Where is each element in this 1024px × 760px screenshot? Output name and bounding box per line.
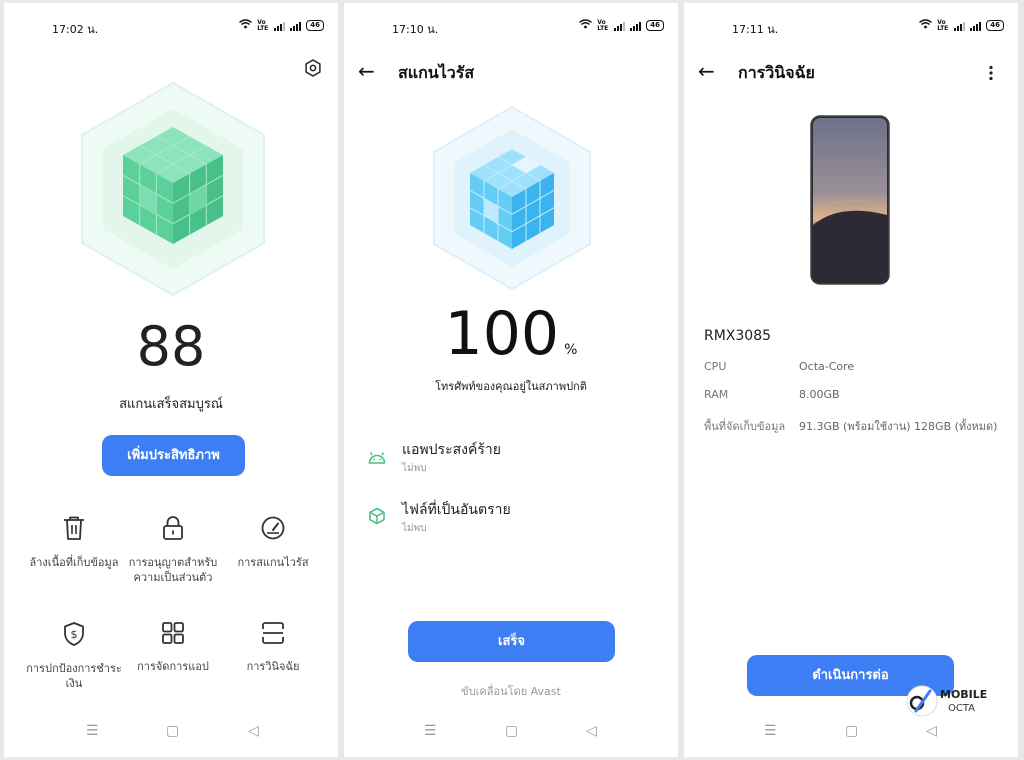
wifi-icon — [239, 19, 253, 32]
volte-icon: Vo LTE — [597, 18, 609, 32]
phone-status-text: โทรศัพท์ของคุณอยู่ในสภาพปกติ — [435, 380, 587, 393]
gauge-icon — [218, 515, 328, 545]
status-icons: Vo LTE 46 — [579, 19, 664, 32]
status-bar: 17:10 น. Vo LTE 46 — [344, 3, 678, 47]
result-title: ไฟล์ที่เป็นอันตราย — [402, 502, 511, 518]
optimize-button[interactable]: เพิ่มประสิทธิภาพ — [102, 435, 245, 476]
result-title: แอพประสงค์ร้าย — [402, 442, 501, 458]
tile-label: ล้างเนื้อที่เก็บข้อมูล — [29, 556, 119, 569]
tile-privacy-permission[interactable]: การอนุญาตสำหรับความเป็นส่วนตัว — [118, 515, 228, 585]
watermark-text-1: MOBILE — [940, 688, 988, 701]
menu-icon[interactable]: ☰ — [86, 723, 99, 739]
watermark-text-2: OCTA — [948, 703, 976, 714]
wifi-icon — [579, 19, 593, 32]
tile-clean-storage[interactable]: ล้างเนื้อที่เก็บข้อมูล — [19, 515, 129, 570]
score-cube-illustration — [78, 79, 268, 299]
spec-value-storage: 91.3GB (พร้อมใช้งาน) 128GB (ทั้งหมด) — [799, 420, 998, 433]
cube-file-icon — [368, 507, 386, 529]
volte-icon: Vo LTE — [257, 18, 269, 32]
diagnosis-icon — [218, 621, 328, 649]
tile-label: การสแกนไวรัส — [237, 556, 309, 569]
signal-2-icon — [970, 21, 982, 31]
spec-label-cpu: CPU — [704, 360, 727, 373]
powered-by-text: ขับเคลื่อนโดย Avast — [461, 685, 561, 698]
shield-dollar-icon: $ — [19, 621, 129, 651]
home-icon[interactable]: ▢ — [505, 723, 518, 739]
percent-unit: % — [564, 342, 578, 358]
status-bar: 17:02 น. Vo LTE 46 — [4, 3, 338, 47]
result-subtitle: ไม่พบ — [402, 523, 427, 534]
signal-2-icon — [630, 21, 642, 31]
phone-manager-screen: 17:02 น. Vo LTE 46 88 สแกนเสร็จสมบูรณ์ เ… — [4, 3, 338, 757]
scan-status-text: สแกนเสร็จสมบูรณ์ — [119, 397, 223, 412]
settings-gear-icon[interactable] — [304, 59, 322, 81]
status-time: 17:10 น. — [392, 23, 439, 36]
menu-icon[interactable]: ☰ — [764, 723, 777, 739]
spec-value-ram: 8.00GB — [799, 388, 840, 401]
spec-label-storage: พื้นที่จัดเก็บข้อมูล — [704, 420, 786, 433]
device-model: RMX3085 — [704, 328, 772, 344]
status-time: 17:02 น. — [52, 23, 99, 36]
tile-label: การปกป้องการชำระเงิน — [26, 662, 122, 690]
scan-percent: 100 — [444, 299, 560, 369]
watermark-logo-icon — [906, 685, 938, 721]
wifi-icon — [919, 19, 933, 32]
page-title: สแกนไวรัส — [398, 63, 475, 82]
device-image — [810, 115, 890, 289]
status-time: 17:11 น. — [732, 23, 779, 36]
spec-label-ram: RAM — [704, 388, 729, 401]
page-title: การวินิจฉัย — [738, 63, 815, 82]
signal-2-icon — [290, 21, 302, 31]
signal-icon — [614, 21, 626, 31]
back-triangle-icon[interactable]: ◁ — [926, 723, 937, 739]
watermark: MOBILE OCTA — [906, 685, 1016, 719]
trash-icon — [19, 515, 129, 545]
tile-virus-scan[interactable]: การสแกนไวรัส — [218, 515, 328, 570]
battery-icon: 46 — [306, 20, 324, 31]
diagnosis-screen: 17:11 น. Vo LTE 46 ← การวินิจฉัย RMX3085… — [684, 3, 1018, 757]
spec-value-cpu: Octa-Core — [799, 360, 855, 373]
status-bar: 17:11 น. Vo LTE 46 — [684, 3, 1018, 47]
back-triangle-icon[interactable]: ◁ — [248, 723, 259, 739]
menu-icon[interactable]: ☰ — [424, 723, 437, 739]
done-button[interactable]: เสร็จ — [408, 621, 615, 662]
tile-diagnosis[interactable]: การวินิจฉัย — [218, 621, 328, 674]
navigation-bar: ☰ ▢ ◁ — [684, 723, 1018, 743]
home-icon[interactable]: ▢ — [845, 723, 858, 739]
home-icon[interactable]: ▢ — [166, 723, 179, 739]
battery-icon: 46 — [986, 20, 1004, 31]
navigation-bar: ☰ ▢ ◁ — [344, 723, 678, 743]
more-options-icon[interactable] — [988, 65, 994, 85]
android-icon — [368, 449, 386, 468]
volte-icon: Vo LTE — [937, 18, 949, 32]
scan-progress: 100 % — [344, 299, 678, 369]
tile-label: การจัดการแอป — [137, 660, 209, 673]
navigation-bar: ☰ ▢ ◁ — [4, 723, 338, 743]
virus-scan-screen: 17:10 น. Vo LTE 46 ← สแกนไวรัส 100 % โทร… — [344, 3, 678, 757]
result-subtitle: ไม่พบ — [402, 463, 427, 474]
battery-icon: 46 — [646, 20, 664, 31]
status-icons: Vo LTE 46 — [239, 19, 324, 32]
lock-icon — [118, 515, 228, 545]
back-triangle-icon[interactable]: ◁ — [586, 723, 597, 739]
signal-icon — [274, 21, 286, 31]
tile-app-management[interactable]: การจัดการแอป — [118, 621, 228, 674]
tile-payment-protection[interactable]: $ การปกป้องการชำระเงิน — [19, 621, 129, 691]
tile-label: การอนุญาตสำหรับความเป็นส่วนตัว — [128, 556, 218, 584]
back-arrow-icon[interactable]: ← — [358, 59, 375, 83]
signal-icon — [954, 21, 966, 31]
scan-cube-illustration — [430, 103, 594, 293]
health-score: 88 — [136, 315, 206, 378]
tile-label: การวินิจฉัย — [246, 660, 300, 673]
svg-text:$: $ — [71, 628, 78, 641]
grid-icon — [118, 621, 228, 649]
back-arrow-icon[interactable]: ← — [698, 59, 715, 83]
status-icons: Vo LTE 46 — [919, 19, 1004, 32]
